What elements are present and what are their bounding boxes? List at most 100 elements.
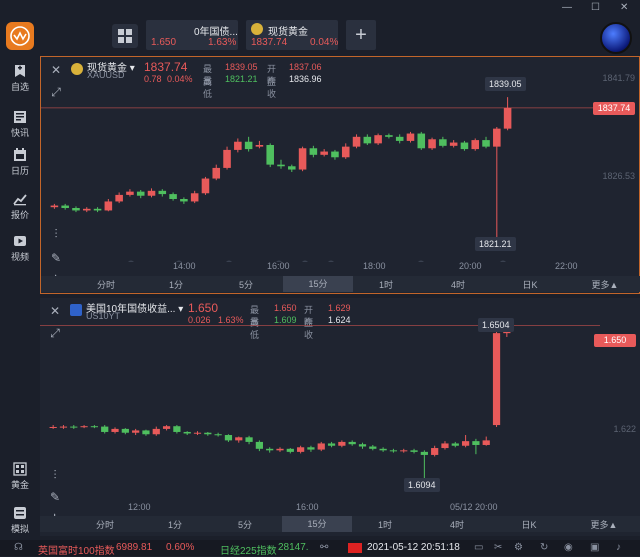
candlestick-chart-us10yt[interactable] <box>40 298 638 498</box>
tf-1m[interactable]: 1分 <box>160 518 190 531</box>
camera-icon[interactable]: ◉ <box>564 542 573 553</box>
indicator-tool-button[interactable]: ⫶ <box>46 466 64 484</box>
candle <box>395 134 404 144</box>
bell-icon[interactable]: ♪ <box>616 542 621 553</box>
candle <box>428 137 436 150</box>
tf-tick[interactable]: 分时 <box>90 518 120 531</box>
candle <box>214 432 222 437</box>
chart-panel-xauusd[interactable]: ✕ ⤢ 现货黄金 ▾ XAUUSD 1837.74 0.78 0.04% 最高 … <box>40 56 640 294</box>
candle <box>223 146 231 170</box>
tf-15m[interactable]: 15分 <box>283 276 353 292</box>
tools-icon[interactable]: ✂ <box>494 542 502 553</box>
candle-body <box>341 146 350 158</box>
candle-body <box>503 107 512 129</box>
candle <box>111 427 119 434</box>
tf-daily[interactable]: 日K <box>514 518 544 531</box>
cast-icon[interactable]: ▭ <box>474 542 483 553</box>
candlestick-chart-xauusd[interactable] <box>41 57 639 262</box>
tf-4h[interactable]: 4时 <box>443 278 473 291</box>
candle-body <box>420 451 428 455</box>
tf-more[interactable]: 更多▲ <box>585 278 625 291</box>
candle-body <box>369 446 377 449</box>
settings-icon[interactable]: ⚙ <box>514 542 523 553</box>
candle <box>93 207 102 213</box>
maximize-icon[interactable]: ☐ <box>591 2 600 13</box>
tf-5m[interactable]: 5分 <box>230 518 260 531</box>
candle <box>286 448 294 454</box>
candle-body <box>223 149 231 168</box>
candle <box>420 450 428 481</box>
sidebar-item-watchlist[interactable]: 自选 <box>0 64 40 93</box>
tf-1h[interactable]: 1时 <box>370 518 400 531</box>
candle <box>374 133 382 145</box>
ticker-name[interactable]: 英国富时100指数 <box>38 542 115 557</box>
indicator-tool-button[interactable]: ⫶ <box>47 225 65 243</box>
candle-body <box>379 448 387 451</box>
high-callout: 1.6504 <box>478 318 514 332</box>
sidebar-item-video[interactable]: 视频 <box>0 234 40 263</box>
candle-body <box>297 447 305 452</box>
tf-1m[interactable]: 1分 <box>161 278 191 291</box>
candle <box>461 435 470 448</box>
candle <box>400 448 408 453</box>
globe-icon[interactable] <box>600 22 632 54</box>
tf-5m[interactable]: 5分 <box>231 278 261 291</box>
x-axis-label: 16:00 <box>267 261 290 271</box>
candle <box>72 206 80 213</box>
candle <box>276 447 284 452</box>
candle <box>385 133 393 139</box>
candle <box>307 445 315 452</box>
sidebar-item-label: 日历 <box>10 166 29 176</box>
candle-body <box>417 133 426 149</box>
tf-4h[interactable]: 4时 <box>442 518 472 531</box>
sidebar-item-quotes[interactable]: 报价 <box>0 192 40 221</box>
grid-icon <box>118 29 132 43</box>
candle <box>190 190 199 204</box>
sidebar-item-simulate[interactable]: 模拟 <box>0 506 40 535</box>
tf-daily[interactable]: 日K <box>515 278 545 291</box>
draw-tool-button[interactable]: ✎ <box>47 249 65 267</box>
close-window-icon[interactable]: ✕ <box>620 2 628 13</box>
candle-body <box>482 140 490 147</box>
candle-body <box>385 135 393 137</box>
candle-body <box>82 208 91 211</box>
sidebar-item-label: 模拟 <box>10 524 29 534</box>
candle-body <box>493 128 501 147</box>
tf-tick[interactable]: 分时 <box>91 278 121 291</box>
screen-icon[interactable]: ▣ <box>590 542 599 553</box>
sidebar-item-news[interactable]: 快讯 <box>0 110 40 139</box>
candle <box>212 164 221 181</box>
timeframe-bar: 分时 1分 5分 15分 1时 4时 日K 更多▲ <box>41 276 640 292</box>
tab-xauusd[interactable]: 现货黄金 1837.74 0.04% <box>246 20 338 50</box>
tf-more[interactable]: 更多▲ <box>584 518 624 531</box>
tf-15m[interactable]: 15分 <box>282 516 352 532</box>
tab-us10yt[interactable]: 0年国债... 1.650 1.63% <box>146 20 238 50</box>
candle <box>352 134 361 149</box>
candle-body <box>72 208 80 211</box>
calendar-icon <box>14 148 26 161</box>
candle-body <box>460 142 469 150</box>
tf-1h[interactable]: 1时 <box>371 278 401 291</box>
candle-body <box>244 141 253 150</box>
minimize-icon[interactable]: — <box>562 2 572 13</box>
candle-body <box>389 450 398 452</box>
draw-tool-button[interactable]: ✎ <box>46 488 64 506</box>
chart-panel-us10yt[interactable]: ✕ ⤢ 美国10年国债收益... ▾ US10YT 1.650 0.026 1.… <box>40 298 640 536</box>
candles-icon: ⫶ <box>54 226 58 241</box>
candle <box>61 203 69 210</box>
layout-grid-button[interactable] <box>112 24 138 48</box>
headset-icon[interactable]: ☊ <box>14 542 23 553</box>
pen-icon: ✎ <box>50 251 62 265</box>
refresh-icon[interactable]: ↻ <box>540 542 548 553</box>
link-icon[interactable]: ⚯ <box>320 542 328 553</box>
candle-body <box>286 448 294 452</box>
candle-body <box>142 430 150 435</box>
candle <box>363 134 372 145</box>
ticker-name[interactable]: 日经225指数 <box>220 542 277 557</box>
candle <box>121 428 129 435</box>
candle-body <box>115 194 123 202</box>
candle <box>449 140 458 148</box>
add-tab-button[interactable]: + <box>346 20 376 50</box>
sidebar-item-calendar[interactable]: 日历 <box>0 148 40 177</box>
sidebar-item-gold[interactable]: 黄金 <box>0 462 40 491</box>
